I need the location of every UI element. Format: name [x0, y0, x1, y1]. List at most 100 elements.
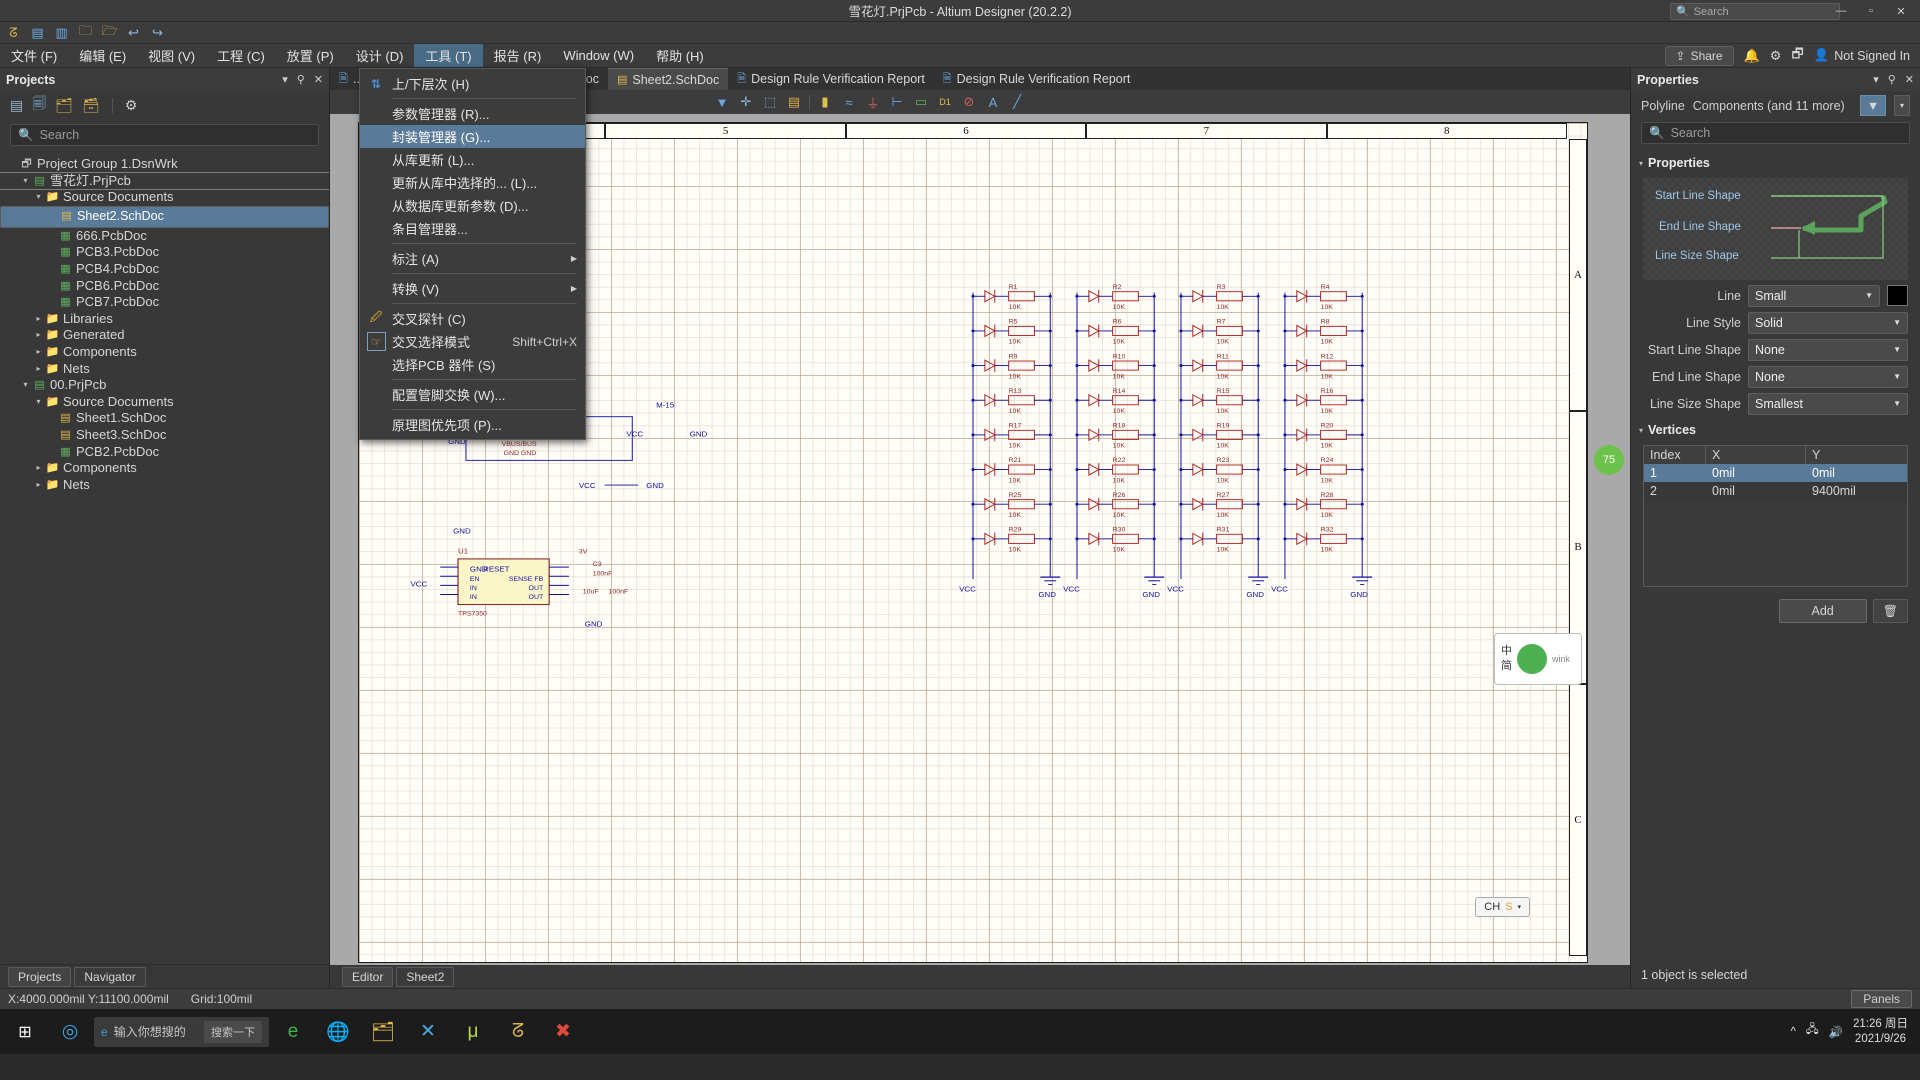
menu-edit[interactable]: 编辑 (E) [68, 44, 137, 67]
tree-item-666-pcbdoc[interactable]: ▦ 666.PcbDoc [0, 228, 329, 245]
menu-item-7[interactable]: 标注 (A) ▶ [360, 247, 585, 270]
minimize-button[interactable]: — [1826, 0, 1856, 22]
menu-item-8[interactable]: 转换 (V) ▶ [360, 277, 585, 300]
redo-icon[interactable]: ↪ [148, 23, 167, 42]
chevron-down-icon[interactable]: ▾ [32, 189, 45, 206]
menu-item-4[interactable]: 更新从库中选择的... (L)... [360, 171, 585, 194]
pin-icon[interactable]: ⚲ [1888, 73, 1896, 86]
close-icon[interactable]: ✕ [1905, 73, 1914, 86]
tree-item-source-documents[interactable]: ▾ 📁 Source Documents [0, 189, 329, 206]
filter-icon[interactable]: ▼ [710, 91, 734, 113]
property-select-line[interactable]: Small ▼ [1748, 284, 1880, 307]
ime-mode-bottom[interactable]: 简 [1501, 659, 1512, 674]
extensions-icon[interactable]: 🗗 [1791, 45, 1803, 67]
tree-item-nets[interactable]: ▸ 📁 Nets [0, 477, 329, 494]
chevron-right-icon[interactable]: ▸ [32, 477, 45, 494]
ime-mode-top[interactable]: 中 [1501, 644, 1512, 659]
edge-icon[interactable]: 🌐 [317, 1011, 359, 1053]
save-icon[interactable]: ▤ [10, 97, 23, 114]
settings-gear-icon[interactable]: ⚙ [1770, 48, 1782, 64]
share-button[interactable]: ⇪ Share [1664, 45, 1734, 66]
tree-item-pcb6-pcbdoc[interactable]: ▦ PCB6.PcbDoc [0, 278, 329, 295]
global-search-box[interactable]: 🔍 Search [1670, 3, 1840, 20]
tree-item-generated[interactable]: ▸ 📁 Generated [0, 327, 329, 344]
network-icon[interactable]: 🖧 [1806, 1022, 1819, 1041]
open-icon[interactable]: 🗀 [76, 23, 95, 42]
place-gnd-icon[interactable]: ⏚ [861, 91, 885, 113]
menu-file[interactable]: 文件 (F) [0, 44, 68, 67]
close-icon[interactable]: ✕ [314, 73, 323, 86]
tree-item-00-prjpcb[interactable]: ▾ ▤ 00.PrjPcb [0, 377, 329, 394]
tree-item-pcb3-pcbdoc[interactable]: ▦ PCB3.PcbDoc [0, 244, 329, 261]
section-vertices-header[interactable]: ▾ Vertices [1631, 417, 1920, 441]
menu-window[interactable]: Window (W) [552, 44, 645, 67]
menu-view[interactable]: 视图 (V) [137, 44, 206, 67]
filter-icon[interactable]: ▼ [1860, 95, 1886, 116]
sign-in-status[interactable]: 👤 Not Signed In [1814, 48, 1910, 63]
chevron-right-icon[interactable]: ▸ [32, 311, 45, 328]
chevron-right-icon[interactable]: ▸ [32, 344, 45, 361]
chevron-down-icon[interactable]: ▾ [282, 73, 288, 86]
search-input[interactable]: 🔍 Search [10, 124, 319, 146]
file-explorer-icon[interactable]: 🗂 [362, 1011, 404, 1053]
tree-item-pcb2-pcbdoc[interactable]: ▦ PCB2.PcbDoc [0, 444, 329, 461]
chevron-right-icon[interactable]: ▸ [32, 460, 45, 477]
trash-icon[interactable]: 🗑 [1872, 599, 1908, 623]
vertices-table-row[interactable]: 2 0mil 9400mil [1644, 482, 1907, 500]
tab-projects[interactable]: Projects [8, 966, 72, 987]
vertices-rows[interactable]: 1 0mil 0mil 2 0mil 9400mil [1644, 464, 1907, 500]
menu-item-9[interactable]: 🖉 交叉探针 (C) [360, 307, 585, 330]
menu-item-1[interactable]: 参数管理器 (R)... [360, 102, 585, 125]
place-line-icon[interactable]: ╱ [1005, 91, 1029, 113]
menu-item-12[interactable]: 配置管脚交换 (W)... [360, 383, 585, 406]
ime-indicator[interactable]: 中 简 wink [1494, 633, 1582, 685]
save-all-icon[interactable]: ▥ [52, 23, 71, 42]
select-area-icon[interactable]: ⬚ [758, 91, 782, 113]
tab-navigator[interactable]: Navigator [74, 966, 146, 987]
tree-item-libraries[interactable]: ▸ 📁 Libraries [0, 311, 329, 328]
chevron-down-icon[interactable]: ▾ [19, 173, 32, 190]
pin-icon[interactable]: ⚲ [297, 73, 305, 86]
altium-icon[interactable]: ᘔ [497, 1011, 539, 1053]
place-sheet-symbol-icon[interactable]: ▤ [782, 91, 806, 113]
settings-gear-icon[interactable]: ⚙ [125, 97, 138, 114]
keil-icon[interactable]: μ [452, 1011, 494, 1053]
menu-item-11[interactable]: 选择PCB 器件 (S) [360, 353, 585, 376]
properties-search-input[interactable]: 🔍 Search [1641, 122, 1910, 144]
taskbar-clock[interactable]: 21:26 周日 2021/9/26 [1853, 1017, 1908, 1046]
vertices-table-row[interactable]: 1 0mil 0mil [1644, 464, 1907, 482]
chevron-down-icon[interactable]: ▾ [32, 394, 45, 411]
document-tab-design-rule-verification-report[interactable]: 🗎 Design Rule Verification Report [934, 68, 1140, 90]
filter-dropdown-icon[interactable]: ▾ [1894, 95, 1910, 116]
tree-item-source-documents[interactable]: ▾ 📁 Source Documents [0, 394, 329, 411]
tree-item-sheet2-schdoc[interactable]: ▤ Sheet2.SchDoc [0, 205, 329, 228]
place-component-icon[interactable]: ▮ [813, 91, 837, 113]
place-port-icon[interactable]: ▭ [909, 91, 933, 113]
altium-logo-icon[interactable]: ᘔ [4, 23, 23, 42]
maximize-button[interactable]: ▫ [1856, 0, 1886, 22]
property-select-line-size-shape[interactable]: Smallest ▼ [1748, 392, 1908, 415]
tools-dropdown-menu[interactable]: ⇅ 上/下层次 (H) 参数管理器 (R)... 封装管理器 (G)... 从库更新 (… [359, 68, 586, 440]
taskbar-search-button[interactable]: 搜索一下 [204, 1020, 262, 1043]
save-icon[interactable]: ▤ [28, 23, 47, 42]
menu-reports[interactable]: 报告 (R) [483, 44, 553, 67]
chevron-right-icon[interactable]: ▸ [32, 361, 45, 378]
tree-item-sheet1-schdoc[interactable]: ▤ Sheet1.SchDoc [0, 410, 329, 427]
chevron-right-icon[interactable]: ▸ [32, 327, 45, 344]
tab-sheet2[interactable]: Sheet2 [396, 966, 455, 987]
section-properties-header[interactable]: ▾ Properties [1631, 150, 1920, 174]
menu-item-5[interactable]: 从数据库更新参数 (D)... [360, 194, 585, 217]
open-project-icon[interactable]: 🗂 [55, 97, 73, 114]
chevron-down-icon[interactable]: ▾ [1517, 903, 1521, 911]
edge-legacy-icon[interactable]: e [272, 1011, 314, 1053]
chevron-down-icon[interactable]: ▾ [19, 377, 32, 394]
menu-project[interactable]: 工程 (C) [206, 44, 276, 67]
document-tab-sheet2-schdoc[interactable]: ▤ Sheet2.SchDoc [607, 68, 729, 90]
tree-item--prjpcb[interactable]: ▾ ▤ 雪花灯.PrjPcb [0, 171, 329, 191]
menu-design[interactable]: 设计 (D) [345, 44, 415, 67]
place-bus-icon[interactable]: ⊢ [885, 91, 909, 113]
cortana-icon[interactable]: ◎ [49, 1011, 91, 1053]
tab-editor[interactable]: Editor [342, 966, 394, 987]
chevron-down-icon[interactable]: ▾ [1873, 73, 1879, 86]
menu-help[interactable]: 帮助 (H) [645, 44, 715, 67]
